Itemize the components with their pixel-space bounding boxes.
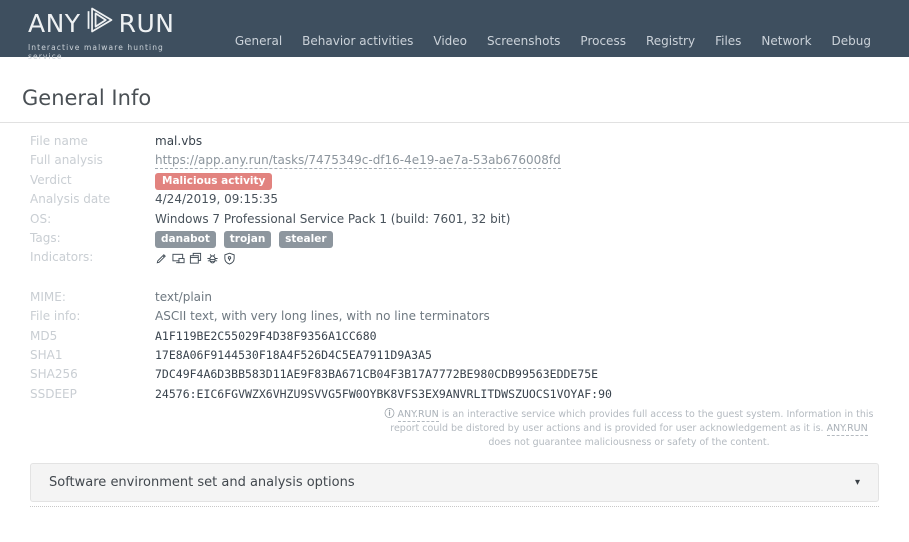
field-row-indicators: Indicators: <box>30 248 879 267</box>
tags-list: danabot trojan stealer <box>155 229 337 249</box>
field-label: MIME: <box>30 289 66 304</box>
field-row-sha1: SHA1 17E8A06F9144530F18A4F526D4C5EA7911D… <box>30 346 879 365</box>
sha256-value: 7DC49F4A6D3BB583D11AE9F83BA671CB04F3B17A… <box>155 367 599 382</box>
anyrun-logo-text: ANY RUN <box>28 5 178 42</box>
md5-value: A1F119BE2C55029F4D38F9356A1CC680 <box>155 328 377 343</box>
monitor-icon[interactable] <box>172 252 185 265</box>
verdict-badge: Malicious activity <box>155 172 273 190</box>
disclaimer-text-part2: does not guarantee maliciousness or safe… <box>488 437 770 448</box>
nav-network[interactable]: Network <box>761 34 811 48</box>
file-name-value: mal.vbs <box>155 134 203 148</box>
mime-value: text/plain <box>155 289 212 304</box>
info-icon: ⓘ <box>384 409 395 420</box>
anyrun-general-info-page: ANY RUN Interactive malware hunting serv… <box>0 0 909 542</box>
anyrun-logo[interactable]: ANY RUN Interactive malware hunting serv… <box>28 5 178 61</box>
field-label: Tags: <box>30 231 61 246</box>
field-row-os: OS: Windows 7 Professional Service Pack … <box>30 210 879 229</box>
ssdeep-value: 24576:EIC6FGVWZX6VHZU9SVVG5FW0OYBK8VFS3E… <box>155 386 612 401</box>
field-label: SHA1 <box>30 348 63 363</box>
full-analysis-link[interactable]: https://app.any.run/tasks/7475349c-df16-… <box>155 153 561 170</box>
main-nav: General Behavior activities Video Screen… <box>235 0 909 57</box>
logo-tagline: Interactive malware hunting service <box>28 43 164 61</box>
field-row-tags: Tags: danabot trojan stealer <box>30 229 879 249</box>
anyrun-disclaimer-link-2[interactable]: ANY.RUN <box>826 423 868 436</box>
nav-debug[interactable]: Debug <box>832 34 871 48</box>
app-header: ANY RUN Interactive malware hunting serv… <box>0 0 909 61</box>
nav-behavior-activities[interactable]: Behavior activities <box>302 34 413 48</box>
title-divider <box>0 122 909 123</box>
field-label: Analysis date <box>30 192 111 207</box>
nav-files[interactable]: Files <box>715 34 741 48</box>
service-disclaimer: ⓘ ANY.RUN is an interactive service whic… <box>378 408 880 450</box>
field-row-full-analysis: Full analysis https://app.any.run/tasks/… <box>30 151 879 170</box>
nav-screenshots[interactable]: Screenshots <box>487 34 560 48</box>
nav-process[interactable]: Process <box>580 34 626 48</box>
field-row-sha256: SHA256 7DC49F4A6D3BB583D11AE9F83BA671CB0… <box>30 365 879 384</box>
disclaimer-text-part1: is an interactive service which provides… <box>390 409 874 434</box>
field-row-analysis-date: Analysis date 4/24/2019, 09:15:35 <box>30 190 879 209</box>
field-label: Full analysis <box>30 153 103 168</box>
field-label: Verdict <box>30 172 72 187</box>
nav-registry[interactable]: Registry <box>646 34 695 48</box>
tag-danabot[interactable]: danabot <box>155 231 216 249</box>
play-logo-icon <box>81 5 119 42</box>
sha1-value: 17E8A06F9144530F18A4F526D4C5EA7911D9A3A5 <box>155 348 432 363</box>
field-label: Indicators: <box>30 250 94 265</box>
field-row-md5: MD5 A1F119BE2C55029F4D38F9356A1CC680 <box>30 327 879 346</box>
nav-general[interactable]: General <box>235 34 282 48</box>
dotted-divider <box>30 506 879 507</box>
field-row-file-info: File info: ASCII text, with very long li… <box>30 307 879 326</box>
pencil-icon[interactable] <box>155 252 168 265</box>
nav-video[interactable]: Video <box>433 34 467 48</box>
field-label: File info: <box>30 309 81 324</box>
analysis-date-value: 4/24/2019, 09:15:35 <box>155 192 279 207</box>
tag-stealer[interactable]: stealer <box>279 231 333 249</box>
field-label: SSDEEP <box>30 386 77 401</box>
indicators-list <box>155 248 236 267</box>
file-info-value: ASCII text, with very long lines, with n… <box>155 309 490 324</box>
os-value: Windows 7 Professional Service Pack 1 (b… <box>155 211 511 226</box>
field-row-verdict: Verdict Malicious activity <box>30 171 879 190</box>
page-title: General Info <box>22 86 152 110</box>
chevron-down-icon: ▾ <box>854 477 860 488</box>
field-row-mime: MIME: text/plain <box>30 288 879 307</box>
logo-any-text: ANY <box>28 8 81 38</box>
bug-icon[interactable] <box>206 252 219 265</box>
tag-trojan[interactable]: trojan <box>223 231 272 249</box>
general-info-table: File name mal.vbs Full analysis https://… <box>30 132 879 404</box>
anyrun-disclaimer-link[interactable]: ANY.RUN <box>397 409 439 422</box>
field-label: MD5 <box>30 328 58 343</box>
field-label: SHA256 <box>30 367 78 382</box>
field-label: OS: <box>30 211 52 226</box>
logo-run-text: RUN <box>118 8 175 38</box>
field-label: File name <box>30 134 88 148</box>
windows-icon[interactable] <box>189 252 202 265</box>
field-row-file-name: File name mal.vbs <box>30 132 879 151</box>
field-row-ssdeep: SSDEEP 24576:EIC6FGVWZX6VHZU9SVVG5FW0OYB… <box>30 385 879 404</box>
accordion-label: Software environment set and analysis op… <box>49 475 355 490</box>
software-environment-accordion[interactable]: Software environment set and analysis op… <box>30 463 879 502</box>
shield-icon[interactable] <box>223 252 236 265</box>
